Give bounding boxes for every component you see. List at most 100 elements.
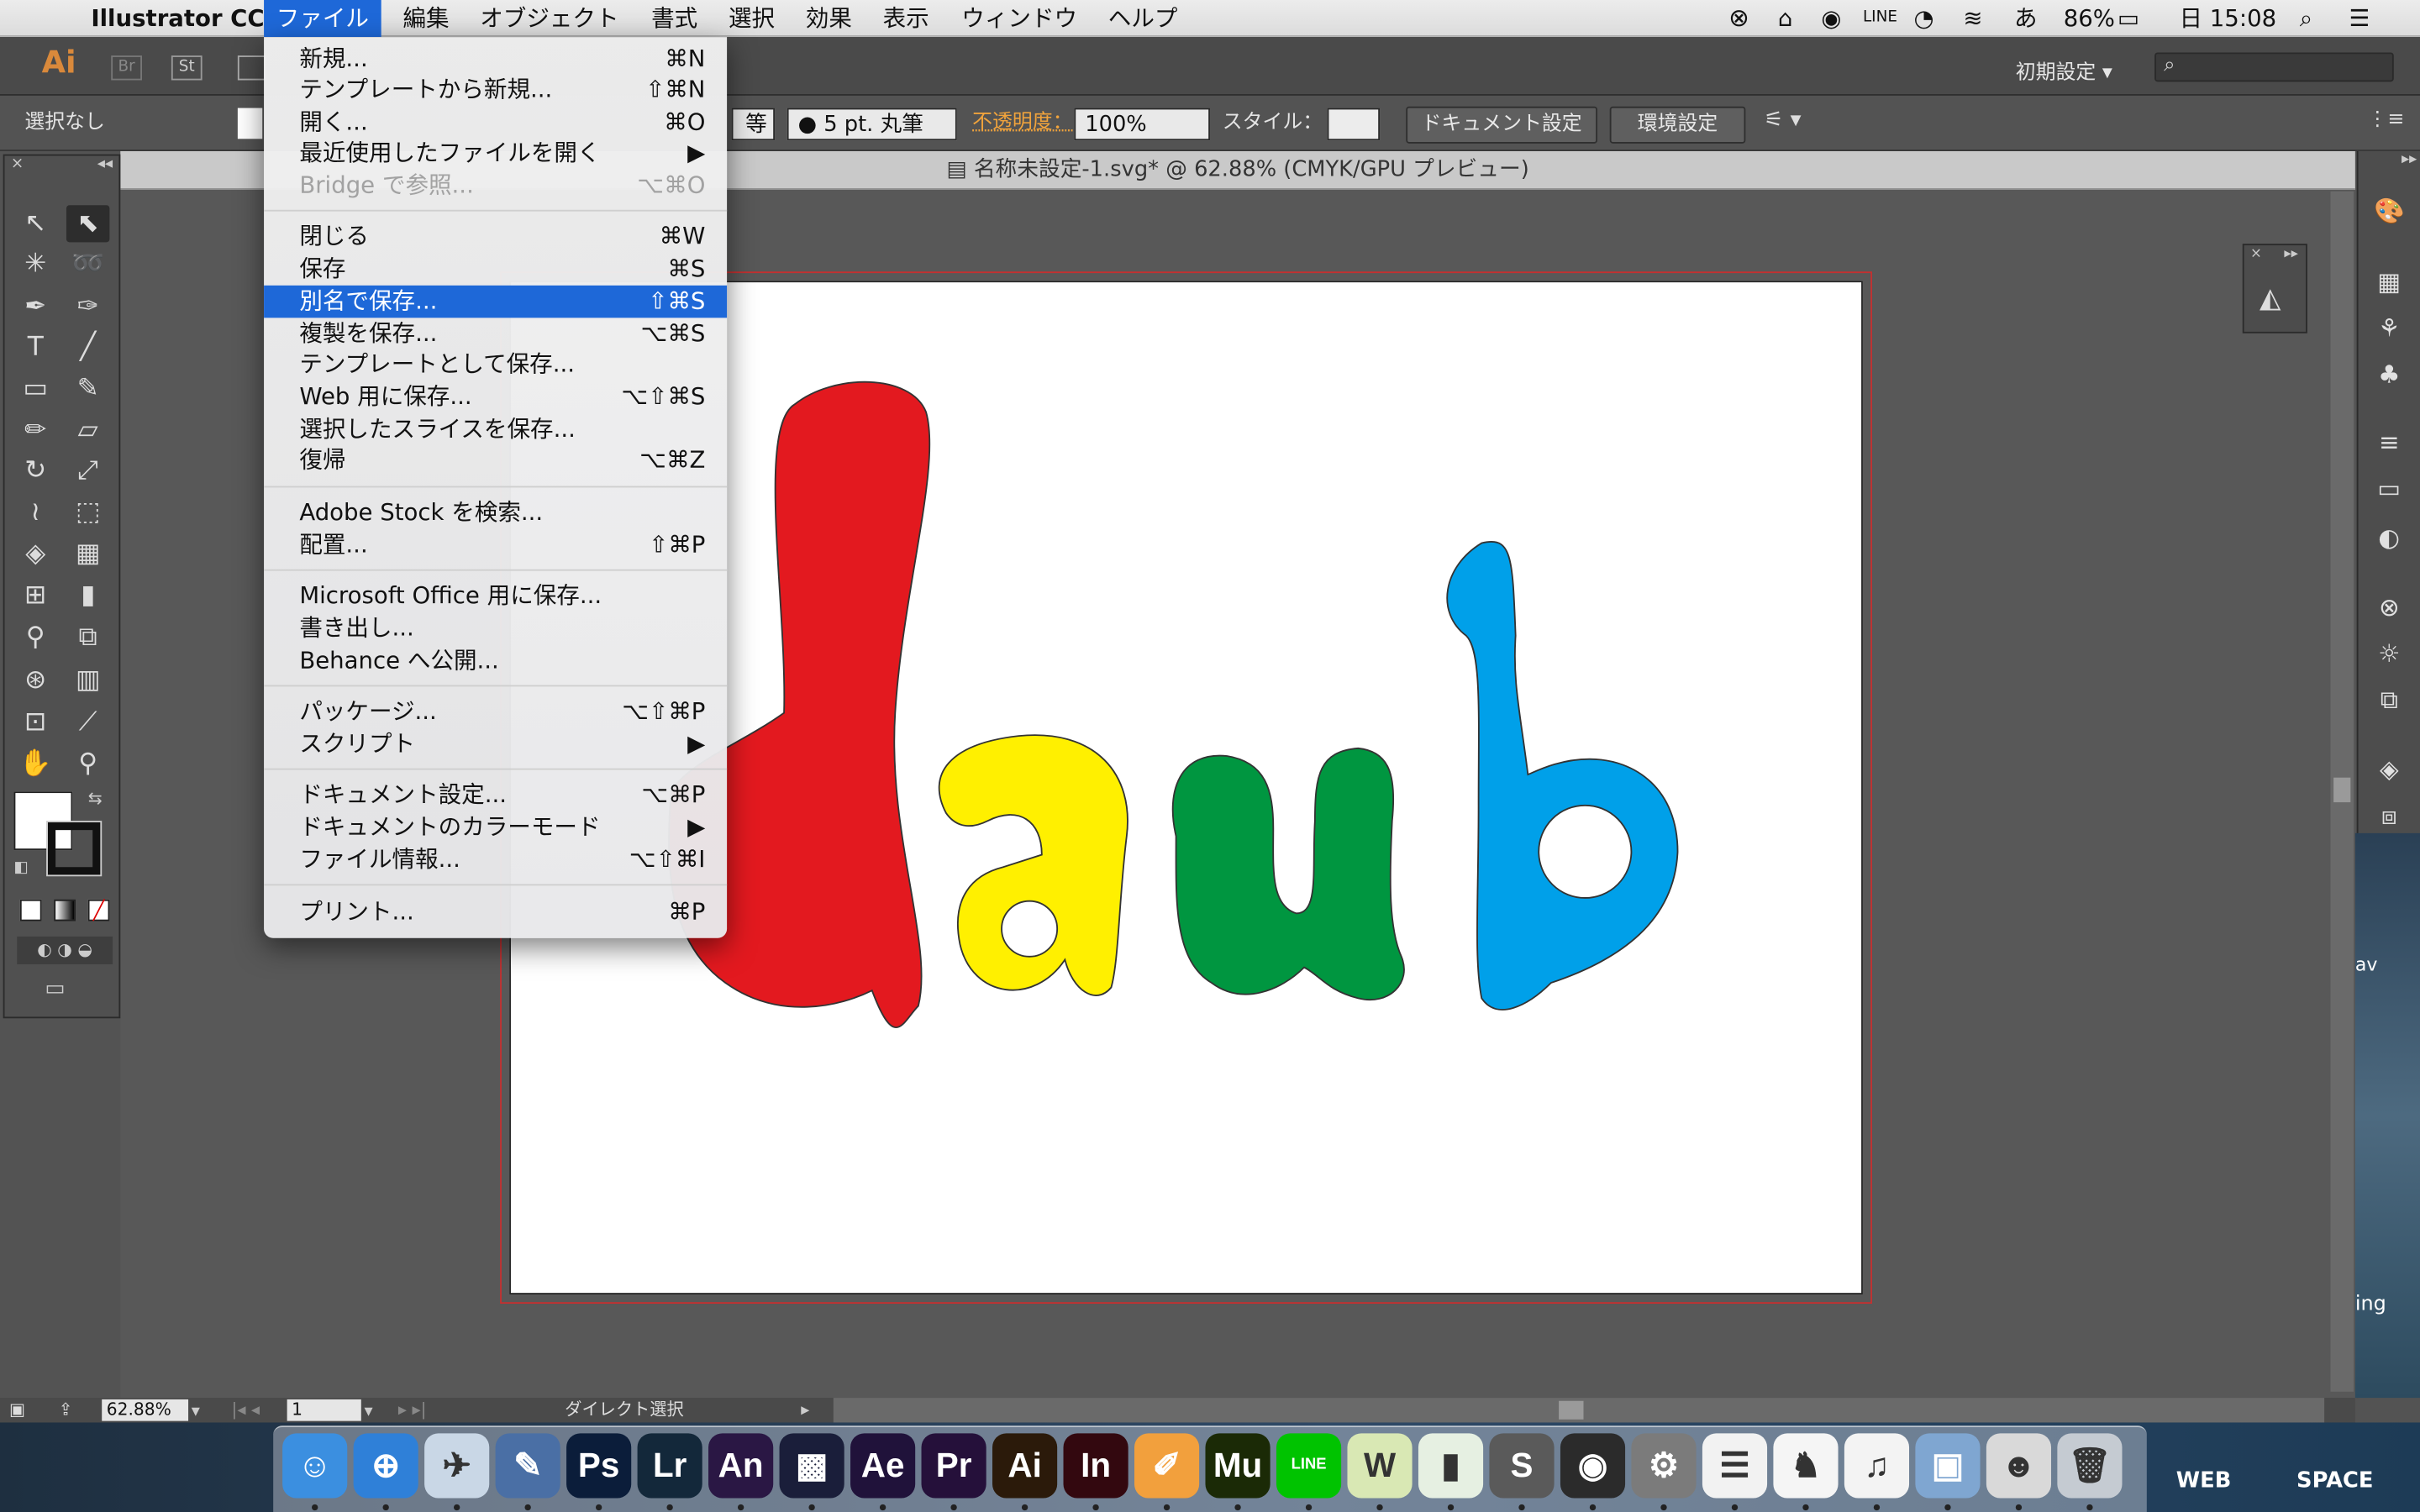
floating-close-icon[interactable]: × [2250, 247, 2262, 262]
input-method-icon[interactable]: あ [2014, 0, 2038, 37]
graphic-style-picker[interactable] [1327, 108, 1381, 141]
free-transform-tool-icon[interactable]: ⬚ [66, 494, 109, 531]
perspective-grid-tool-icon[interactable]: ▦ [66, 535, 109, 572]
dock-finder-icon[interactable]: ☺ [282, 1433, 348, 1499]
eyedropper-tool-icon[interactable]: ⚲ [14, 619, 57, 656]
menu-effect[interactable]: 効果 [806, 0, 852, 37]
asset-export-icon[interactable]: ⧉ [2370, 684, 2407, 717]
opacity-label[interactable]: 不透明度： [972, 108, 1072, 139]
menu-item-print[interactable]: プリント... ⌘P [264, 896, 727, 929]
dock-numbers-icon[interactable]: ▮ [1418, 1433, 1484, 1499]
eraser-tool-icon[interactable]: ▱ [66, 412, 109, 449]
fill-swatch[interactable] [237, 108, 263, 139]
battery-percent[interactable]: 86% [2064, 0, 2115, 37]
dock-app-one-icon[interactable]: ◉ [1560, 1433, 1626, 1499]
menu-window[interactable]: ウィンドウ [961, 0, 1077, 37]
dock-illustrator-icon[interactable]: Ai [992, 1433, 1058, 1499]
dock-lightroom-icon[interactable]: Lr [637, 1433, 702, 1499]
gradient-mode-icon[interactable] [54, 899, 76, 921]
swatches-panel-icon[interactable]: ▦ [2370, 265, 2407, 299]
status-menu-icon[interactable]: ▸ [801, 1398, 809, 1422]
slice-tool-icon[interactable]: ⟋ [66, 704, 109, 741]
letter-u[interactable] [1171, 747, 1405, 1000]
scale-tool-icon[interactable]: ⤢ [66, 452, 109, 489]
menu-item-export[interactable]: 書き出し... [264, 612, 727, 645]
menu-item-file-info[interactable]: ファイル情報... ⌥⇧⌘I [264, 844, 727, 877]
dock-after-effects-icon[interactable]: Ae [850, 1433, 916, 1499]
dock-iphoto-icon[interactable]: ▣ [1915, 1433, 1981, 1499]
menu-item-open[interactable]: 開く... ⌘O [264, 107, 727, 139]
line-status-icon[interactable]: LINE [1863, 0, 1897, 37]
menu-item-new[interactable]: 新規... ⌘N [264, 43, 727, 76]
menu-item-save-as[interactable]: 別名で保存... ⇧⌘S [264, 285, 728, 318]
menu-view[interactable]: 表示 [883, 0, 929, 37]
menu-item-save-template[interactable]: テンプレートとして保存... [264, 349, 727, 381]
document-setup-button[interactable]: ドキュメント設定 [1406, 106, 1598, 144]
dock-line-icon[interactable]: LINE [1276, 1433, 1342, 1499]
dock-animate-icon[interactable]: An [708, 1433, 774, 1499]
graph-tool-icon[interactable]: ▥ [66, 662, 109, 699]
menu-item-scripts[interactable]: スクリプト ▶ [264, 728, 727, 761]
vertical-scroll-thumb[interactable] [2333, 777, 2351, 803]
mesh-tool-icon[interactable]: ⊞ [14, 577, 57, 614]
artboard-dropdown-icon[interactable]: ▾ [364, 1399, 372, 1424]
dock-itunes-icon[interactable]: ♫ [1844, 1433, 1910, 1499]
share-icon[interactable]: ⇪ [59, 1398, 73, 1422]
menu-item-save-ms-office[interactable]: Microsoft Office 用に保存... [264, 580, 727, 613]
symbol-sprayer-tool-icon[interactable]: ⊛ [14, 662, 57, 699]
menu-item-open-recent[interactable]: 最近使用したファイルを開く ▶ [264, 137, 727, 170]
stroke-color-swatch[interactable] [46, 821, 103, 877]
hand-tool-icon[interactable]: ✋ [14, 745, 57, 782]
creative-cloud-icon[interactable]: ⊗ [1728, 0, 1749, 37]
artboards-panel-icon[interactable]: ⧈ [2370, 799, 2407, 832]
menu-item-place[interactable]: 配置... ⇧⌘P [264, 529, 727, 562]
workspace-switcher[interactable]: 初期設定 ▾ [2016, 55, 2112, 85]
arrange-documents-icon[interactable] [237, 55, 266, 81]
panel-menu-icon[interactable]: ⋮≡ [2368, 108, 2405, 132]
timer-icon[interactable]: ◔ [1914, 0, 1934, 37]
brush-definition[interactable]: ● 5 pt. 丸筆 [786, 108, 957, 141]
color-mode-icon[interactable] [19, 899, 42, 921]
dock-preview-icon[interactable]: ✈ [424, 1433, 490, 1499]
menu-type[interactable]: 書式 [651, 0, 697, 37]
zoom-level-field[interactable]: 62.88% [102, 1399, 189, 1421]
color-panel-icon[interactable]: 🎨 [2370, 194, 2407, 228]
dock-character-app-icon[interactable]: ♞ [1773, 1433, 1839, 1499]
layers-panel-icon[interactable]: ◈ [2370, 753, 2407, 786]
symbols-panel-icon[interactable]: ♣ [2370, 358, 2407, 391]
dock-collapse-icon[interactable]: ▸▸ [2402, 151, 2417, 168]
dock-muse-icon[interactable]: Mu [1205, 1433, 1270, 1499]
dock-system-prefs-icon[interactable]: ⚙ [1631, 1433, 1697, 1499]
app-menu[interactable]: Illustrator CC [91, 0, 264, 37]
dock-safari-icon[interactable]: ⊕ [353, 1433, 418, 1499]
artboard-number-field[interactable]: 1 [287, 1399, 361, 1421]
rotate-tool-icon[interactable]: ↻ [14, 452, 57, 489]
gradient-panel-icon[interactable]: ▭ [2370, 472, 2407, 506]
notification-center-icon[interactable]: ☰ [2349, 0, 2370, 37]
first-artboard-icon[interactable]: |◂ ◂ [232, 1398, 260, 1422]
dock-sublime-icon[interactable]: S [1489, 1433, 1555, 1499]
magic-wand-tool-icon[interactable]: ✳ [14, 245, 57, 282]
swap-colors-icon[interactable]: ⇆ [88, 789, 103, 809]
shape-builder-tool-icon[interactable]: ◈ [14, 535, 57, 572]
default-colors-icon[interactable]: ◧ [14, 859, 29, 876]
line-tool-icon[interactable]: ╱ [66, 328, 109, 365]
width-tool-icon[interactable]: ≀ [14, 494, 57, 531]
letter-b[interactable] [1446, 541, 1679, 1011]
type-tool-icon[interactable]: T [14, 328, 57, 365]
menu-item-save-slices[interactable]: 選択したスライスを保存... [264, 413, 727, 446]
next-artboard-icon[interactable]: ▸ ▸| [398, 1398, 427, 1422]
wifi-icon[interactable]: ≋ [1963, 0, 1982, 37]
menu-item-save-for-web[interactable]: Web 用に保存... ⌥⇧⌘S [264, 381, 727, 414]
evernote-icon[interactable]: ◉ [1821, 0, 1841, 37]
screen-mode-icon[interactable]: ▭ [45, 977, 65, 1001]
menu-item-package[interactable]: パッケージ... ⌥⇧⌘P [264, 696, 727, 728]
dock-indesign-icon[interactable]: In [1063, 1433, 1128, 1499]
spotlight-icon[interactable]: ⌕ [2300, 0, 2312, 37]
menu-item-revert[interactable]: 復帰 ⌥⌘Z [264, 444, 727, 477]
cc-libraries-icon[interactable]: ⊗ [2370, 591, 2407, 624]
transparency-panel-icon[interactable]: ◐ [2370, 522, 2407, 555]
gradient-tool-icon[interactable]: ▮ [66, 577, 109, 614]
variable-width-profile[interactable]: 等 [731, 108, 776, 141]
clock[interactable]: 日 15:08 [2179, 0, 2276, 37]
